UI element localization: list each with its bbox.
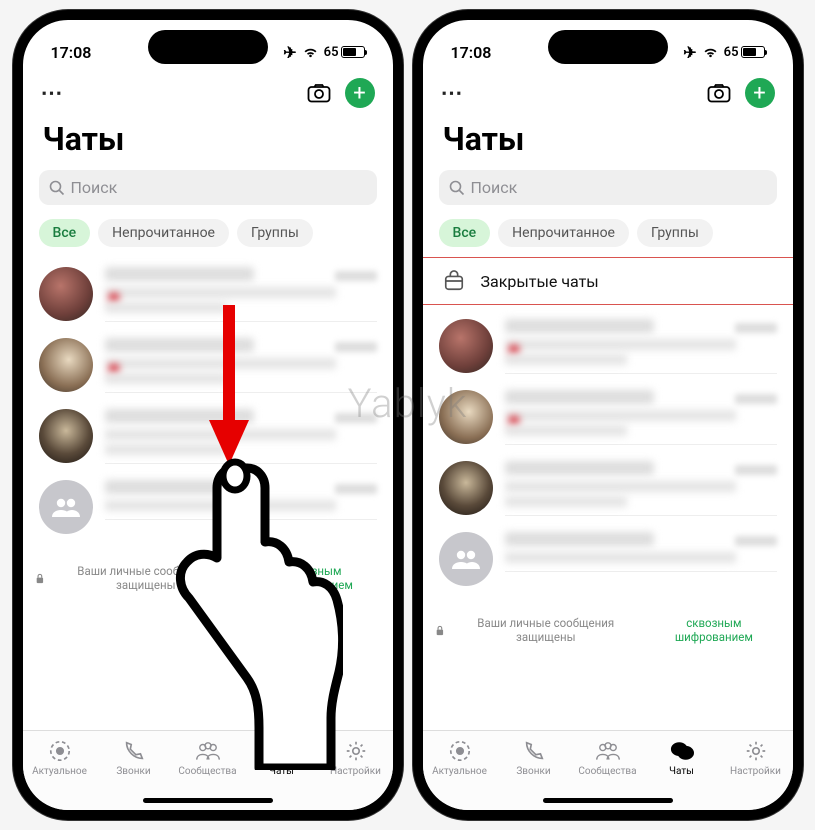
chat-row[interactable] <box>23 330 393 401</box>
page-title: Чаты <box>423 116 793 166</box>
tab-label: Актуальное <box>432 766 487 777</box>
tab-settings[interactable]: Настройки <box>719 739 793 777</box>
tab-chats[interactable]: Чаты <box>245 739 319 777</box>
tab-label: Настройки <box>730 766 781 777</box>
chat-row[interactable] <box>23 259 393 330</box>
topbar: ⋯ + <box>23 70 393 116</box>
battery-indicator: 65 <box>324 45 365 60</box>
settings-icon <box>743 739 769 763</box>
tab-label: Чаты <box>669 766 694 777</box>
locked-chats-label: Закрытые чаты <box>481 272 599 291</box>
chat-row[interactable] <box>23 401 393 472</box>
filter-groups[interactable]: Группы <box>237 219 313 247</box>
chat-row[interactable] <box>423 382 793 453</box>
updates-icon <box>47 739 73 763</box>
communities-icon <box>195 739 221 763</box>
search-icon <box>49 180 65 196</box>
tab-label: Сообщества <box>578 766 636 777</box>
filter-row: Все Непрочитанное Группы <box>423 209 793 255</box>
locked-chat-icon <box>443 270 465 292</box>
tab-label: Звонки <box>516 766 550 777</box>
filter-groups[interactable]: Группы <box>637 219 713 247</box>
tab-calls[interactable]: Звонки <box>97 739 171 777</box>
status-time: 17:08 <box>51 43 92 62</box>
tab-settings[interactable]: Настройки <box>319 739 393 777</box>
avatar[interactable] <box>39 267 93 321</box>
home-indicator <box>143 798 273 803</box>
tab-chats[interactable]: Чаты <box>645 739 719 777</box>
filter-all[interactable]: Все <box>39 219 91 247</box>
chats-icon <box>269 739 295 763</box>
tab-calls[interactable]: Звонки <box>497 739 571 777</box>
search-placeholder: Поиск <box>71 178 118 197</box>
communities-icon <box>595 739 621 763</box>
tab-communities[interactable]: Сообщества <box>571 739 645 777</box>
battery-indicator: 65 <box>724 45 765 60</box>
tab-updates[interactable]: Актуальное <box>23 739 97 777</box>
airplane-icon: ✈︎ <box>283 43 296 62</box>
filter-all[interactable]: Все <box>439 219 491 247</box>
chat-list <box>423 307 793 598</box>
chat-row[interactable] <box>23 472 393 542</box>
search-input[interactable]: Поиск <box>39 170 377 205</box>
avatar[interactable] <box>439 319 493 373</box>
phone-left: 17:08 ✈︎ 65 ⋯ + Чаты Поиск Все Непрочита… <box>13 10 403 820</box>
airplane-icon: ✈︎ <box>683 43 696 62</box>
wifi-icon <box>302 46 319 59</box>
avatar[interactable] <box>439 461 493 515</box>
encryption-note: Ваши личные сообщения защищены сквозным … <box>23 546 393 610</box>
settings-icon <box>343 739 369 763</box>
avatar[interactable] <box>39 338 93 392</box>
dynamic-island <box>548 30 668 64</box>
dynamic-island <box>148 30 268 64</box>
status-indicators: ✈︎ 65 <box>283 43 364 62</box>
encryption-note: Ваши личные сообщения защищены сквозным … <box>423 598 793 662</box>
tab-updates[interactable]: Актуальное <box>423 739 497 777</box>
phone-right: 17:08 ✈︎ 65 ⋯ + Чаты Поиск Все Непрочита… <box>413 10 803 820</box>
wifi-icon <box>702 46 719 59</box>
chat-row[interactable] <box>423 453 793 524</box>
search-placeholder: Поиск <box>471 178 518 197</box>
chats-icon <box>669 739 695 763</box>
encryption-text: Ваши личные сообщения защищены <box>48 564 243 592</box>
chat-list <box>23 255 393 546</box>
camera-icon[interactable] <box>707 83 731 103</box>
encryption-text: Ваши личные сообщения защищены <box>448 616 643 644</box>
updates-icon <box>447 739 473 763</box>
chat-row[interactable] <box>423 311 793 382</box>
filter-row: Все Непрочитанное Группы <box>23 209 393 255</box>
avatar-group-icon[interactable] <box>439 532 493 586</box>
home-indicator <box>543 798 673 803</box>
encryption-link[interactable]: сквозным шифрованием <box>247 564 380 592</box>
tab-label: Чаты <box>269 766 294 777</box>
filter-unread[interactable]: Непрочитанное <box>498 219 629 247</box>
camera-icon[interactable] <box>307 83 331 103</box>
status-time: 17:08 <box>451 43 492 62</box>
tab-label: Сообщества <box>178 766 236 777</box>
calls-icon <box>521 739 547 763</box>
avatar-group-icon[interactable] <box>39 480 93 534</box>
avatar[interactable] <box>39 409 93 463</box>
chat-row[interactable] <box>423 524 793 594</box>
lock-icon <box>435 625 445 636</box>
more-button[interactable]: ⋯ <box>441 81 464 106</box>
tab-label: Звонки <box>116 766 150 777</box>
topbar: ⋯ + <box>423 70 793 116</box>
encryption-link[interactable]: сквозным шифрованием <box>647 616 780 644</box>
new-chat-button[interactable]: + <box>745 78 775 108</box>
status-indicators: ✈︎ 65 <box>683 43 764 62</box>
calls-icon <box>121 739 147 763</box>
new-chat-button[interactable]: + <box>345 78 375 108</box>
tab-label: Настройки <box>330 766 381 777</box>
avatar[interactable] <box>439 390 493 444</box>
locked-chats-row[interactable]: Закрытые чаты <box>423 257 793 305</box>
tab-label: Актуальное <box>32 766 87 777</box>
page-title: Чаты <box>23 116 393 166</box>
tab-communities[interactable]: Сообщества <box>171 739 245 777</box>
filter-unread[interactable]: Непрочитанное <box>98 219 229 247</box>
search-input[interactable]: Поиск <box>439 170 777 205</box>
lock-icon <box>35 573 45 584</box>
more-button[interactable]: ⋯ <box>41 81 64 106</box>
search-icon <box>449 180 465 196</box>
